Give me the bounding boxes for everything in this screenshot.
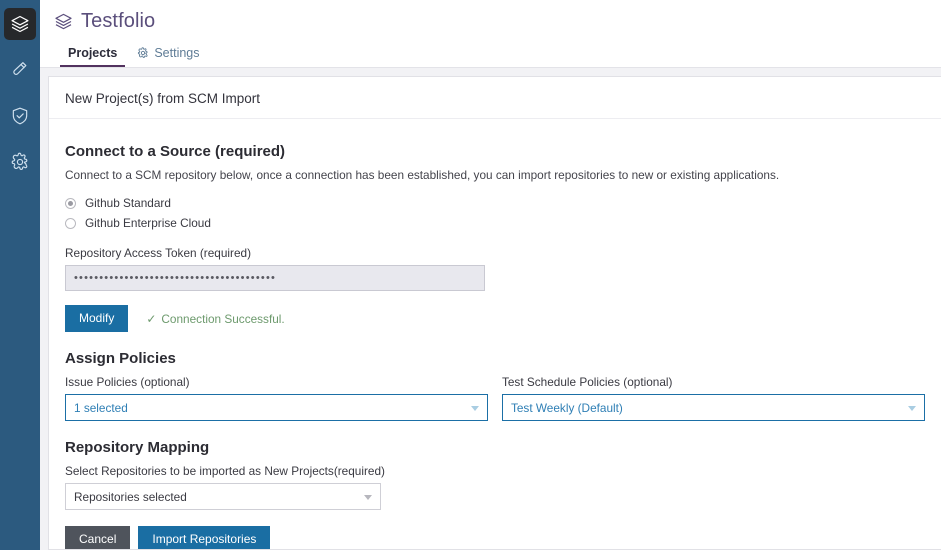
sidebar-item-projects[interactable] [4, 8, 36, 40]
left-nav-sidebar [0, 0, 40, 550]
sidebar-item-tests[interactable] [4, 54, 36, 86]
issue-policies-group: Issue Policies (optional) 1 selected [65, 375, 489, 422]
token-field-label: Repository Access Token (required) [65, 246, 251, 260]
connection-status-label: Connection Successful. [161, 311, 285, 326]
sidebar-item-settings[interactable] [4, 146, 36, 178]
connection-status: ✓ Connection Successful. [146, 312, 284, 326]
gear-icon [137, 47, 149, 59]
page-title: New Project(s) from SCM Import [49, 77, 941, 119]
content-area: New Project(s) from SCM Import Connect t… [40, 68, 941, 550]
layers-icon [10, 14, 30, 34]
repository-access-token-input[interactable]: •••••••••••••••••••••••••••••••••••••••• [65, 265, 485, 291]
tab-settings[interactable]: Settings [127, 45, 209, 68]
shield-check-icon [10, 106, 30, 126]
repositories-select[interactable]: Repositories selected [65, 483, 381, 511]
radio-indicator [65, 217, 76, 229]
check-icon: ✓ [146, 311, 157, 326]
policies-row: Issue Policies (optional) 1 selected Tes… [65, 375, 925, 422]
radio-github-standard-label: Github Standard [85, 196, 171, 210]
test-schedule-policies-select[interactable]: Test Weekly (Default) [501, 394, 925, 422]
chevron-down-icon [908, 405, 916, 411]
radio-github-standard[interactable]: Github Standard [65, 196, 925, 210]
main-region: Testfolio Projects Settings New Project(… [40, 0, 941, 550]
section-heading-policies: Assign Policies [65, 350, 176, 368]
repositories-select-value: Repositories selected [74, 489, 187, 504]
modify-button[interactable]: Modify [65, 305, 129, 333]
app-title: Testfolio [81, 9, 156, 32]
tab-settings-label: Settings [154, 45, 200, 60]
import-repositories-button[interactable]: Import Repositories [138, 526, 271, 549]
tab-projects-label: Projects [68, 45, 118, 60]
test-schedule-policies-value: Test Weekly (Default) [510, 400, 623, 415]
radio-indicator [65, 197, 76, 209]
tab-projects[interactable]: Projects [58, 45, 127, 68]
connection-row: Modify ✓ Connection Successful. [65, 305, 925, 333]
section-heading-source: Connect to a Source (required) [65, 143, 286, 160]
chevron-down-icon [471, 405, 480, 411]
tab-bar: Projects Settings [40, 36, 941, 68]
issue-policies-label: Issue Policies (optional) [65, 375, 190, 390]
gear-icon [10, 152, 30, 172]
radio-github-enterprise-cloud[interactable]: Github Enterprise Cloud [65, 216, 925, 230]
source-description: Connect to a SCM repository below, once … [65, 168, 780, 182]
form-actions: Cancel Import Repositories [65, 526, 925, 549]
cancel-button[interactable]: Cancel [65, 526, 131, 549]
issue-policies-select[interactable]: 1 selected [65, 394, 489, 422]
app-header: Testfolio [40, 0, 941, 36]
column-spacer [488, 375, 502, 421]
test-schedule-policies-group: Test Schedule Policies (optional) Test W… [501, 375, 925, 422]
chevron-down-icon [364, 494, 372, 500]
sidebar-item-security[interactable] [4, 100, 36, 132]
issue-policies-value: 1 selected [74, 400, 128, 415]
test-schedule-policies-label: Test Schedule Policies (optional) [501, 375, 673, 390]
import-card: New Project(s) from SCM Import Connect t… [48, 76, 941, 550]
app-root: Testfolio Projects Settings New Project(… [0, 0, 941, 550]
card-body: Connect to a Source (required) Connect t… [49, 119, 941, 549]
section-heading-repository-mapping: Repository Mapping [65, 439, 210, 457]
flask-icon [10, 60, 30, 80]
repository-mapping-label: Select Repositories to be imported as Ne… [65, 464, 385, 479]
layers-icon [54, 12, 73, 31]
radio-github-enterprise-cloud-label: Github Enterprise Cloud [85, 216, 211, 230]
